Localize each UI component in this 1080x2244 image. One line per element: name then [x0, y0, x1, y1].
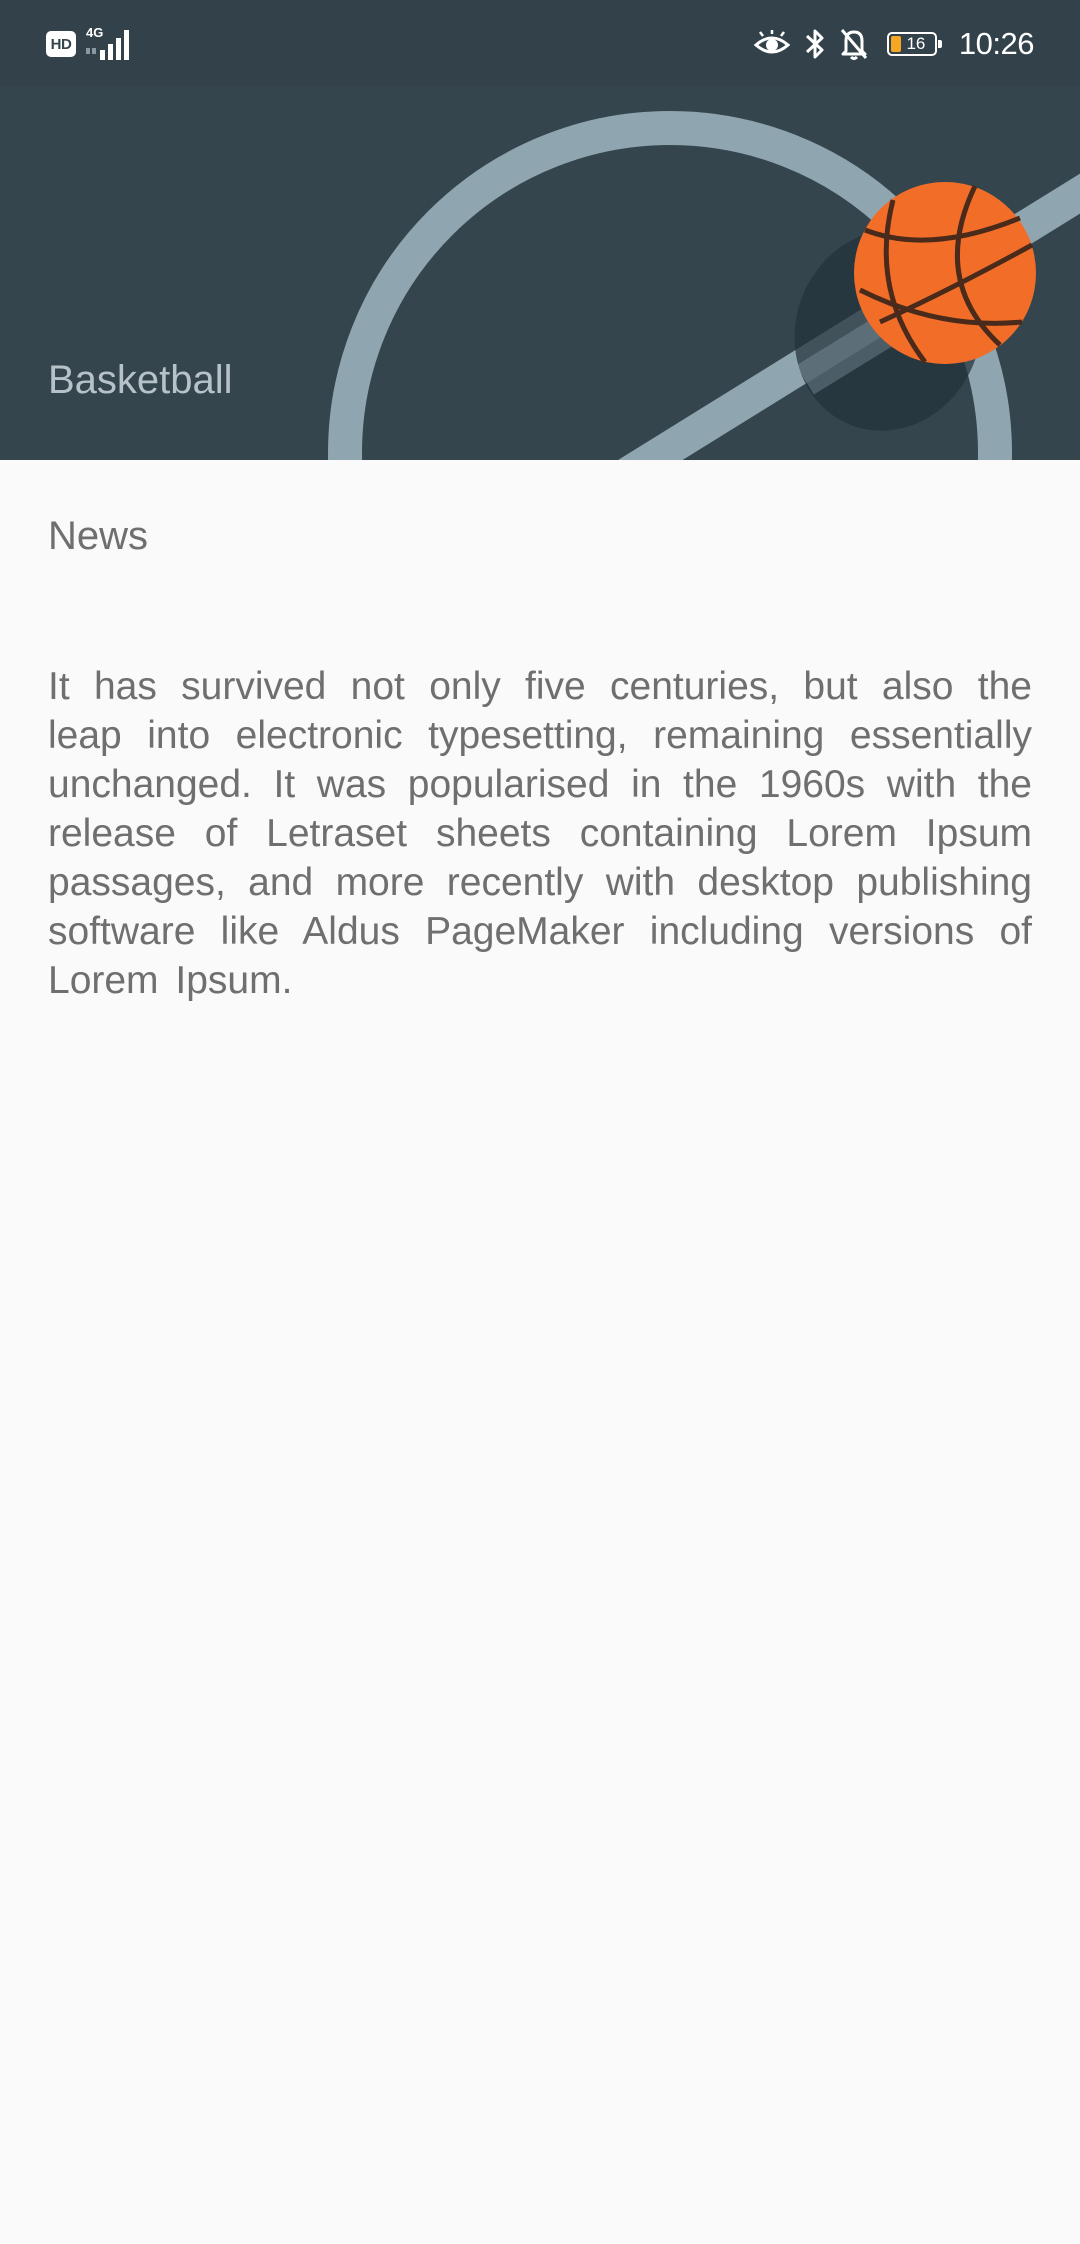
battery-level: 16 [906, 34, 926, 53]
status-clock: 10:26 [958, 26, 1035, 61]
bluetooth-icon [805, 29, 824, 59]
page-title: Basketball [48, 358, 233, 402]
notifications-off-icon [840, 29, 868, 60]
section-title: News [48, 514, 149, 558]
signal-strength-icon: 4G [84, 26, 140, 62]
network-type-label: 4G [86, 25, 104, 40]
app-screen: Basketball HD 4G 16 10:26 News It has su… [0, 0, 1080, 2244]
battery-icon: 16 [886, 32, 942, 56]
article-body: It has survived not only five centuries,… [48, 665, 1032, 1002]
status-bar: HD 4G 16 10:26 [0, 0, 1080, 86]
hd-voice-icon: HD [46, 31, 76, 57]
basketball-icon [854, 182, 1036, 364]
eye-comfort-icon [753, 30, 791, 54]
